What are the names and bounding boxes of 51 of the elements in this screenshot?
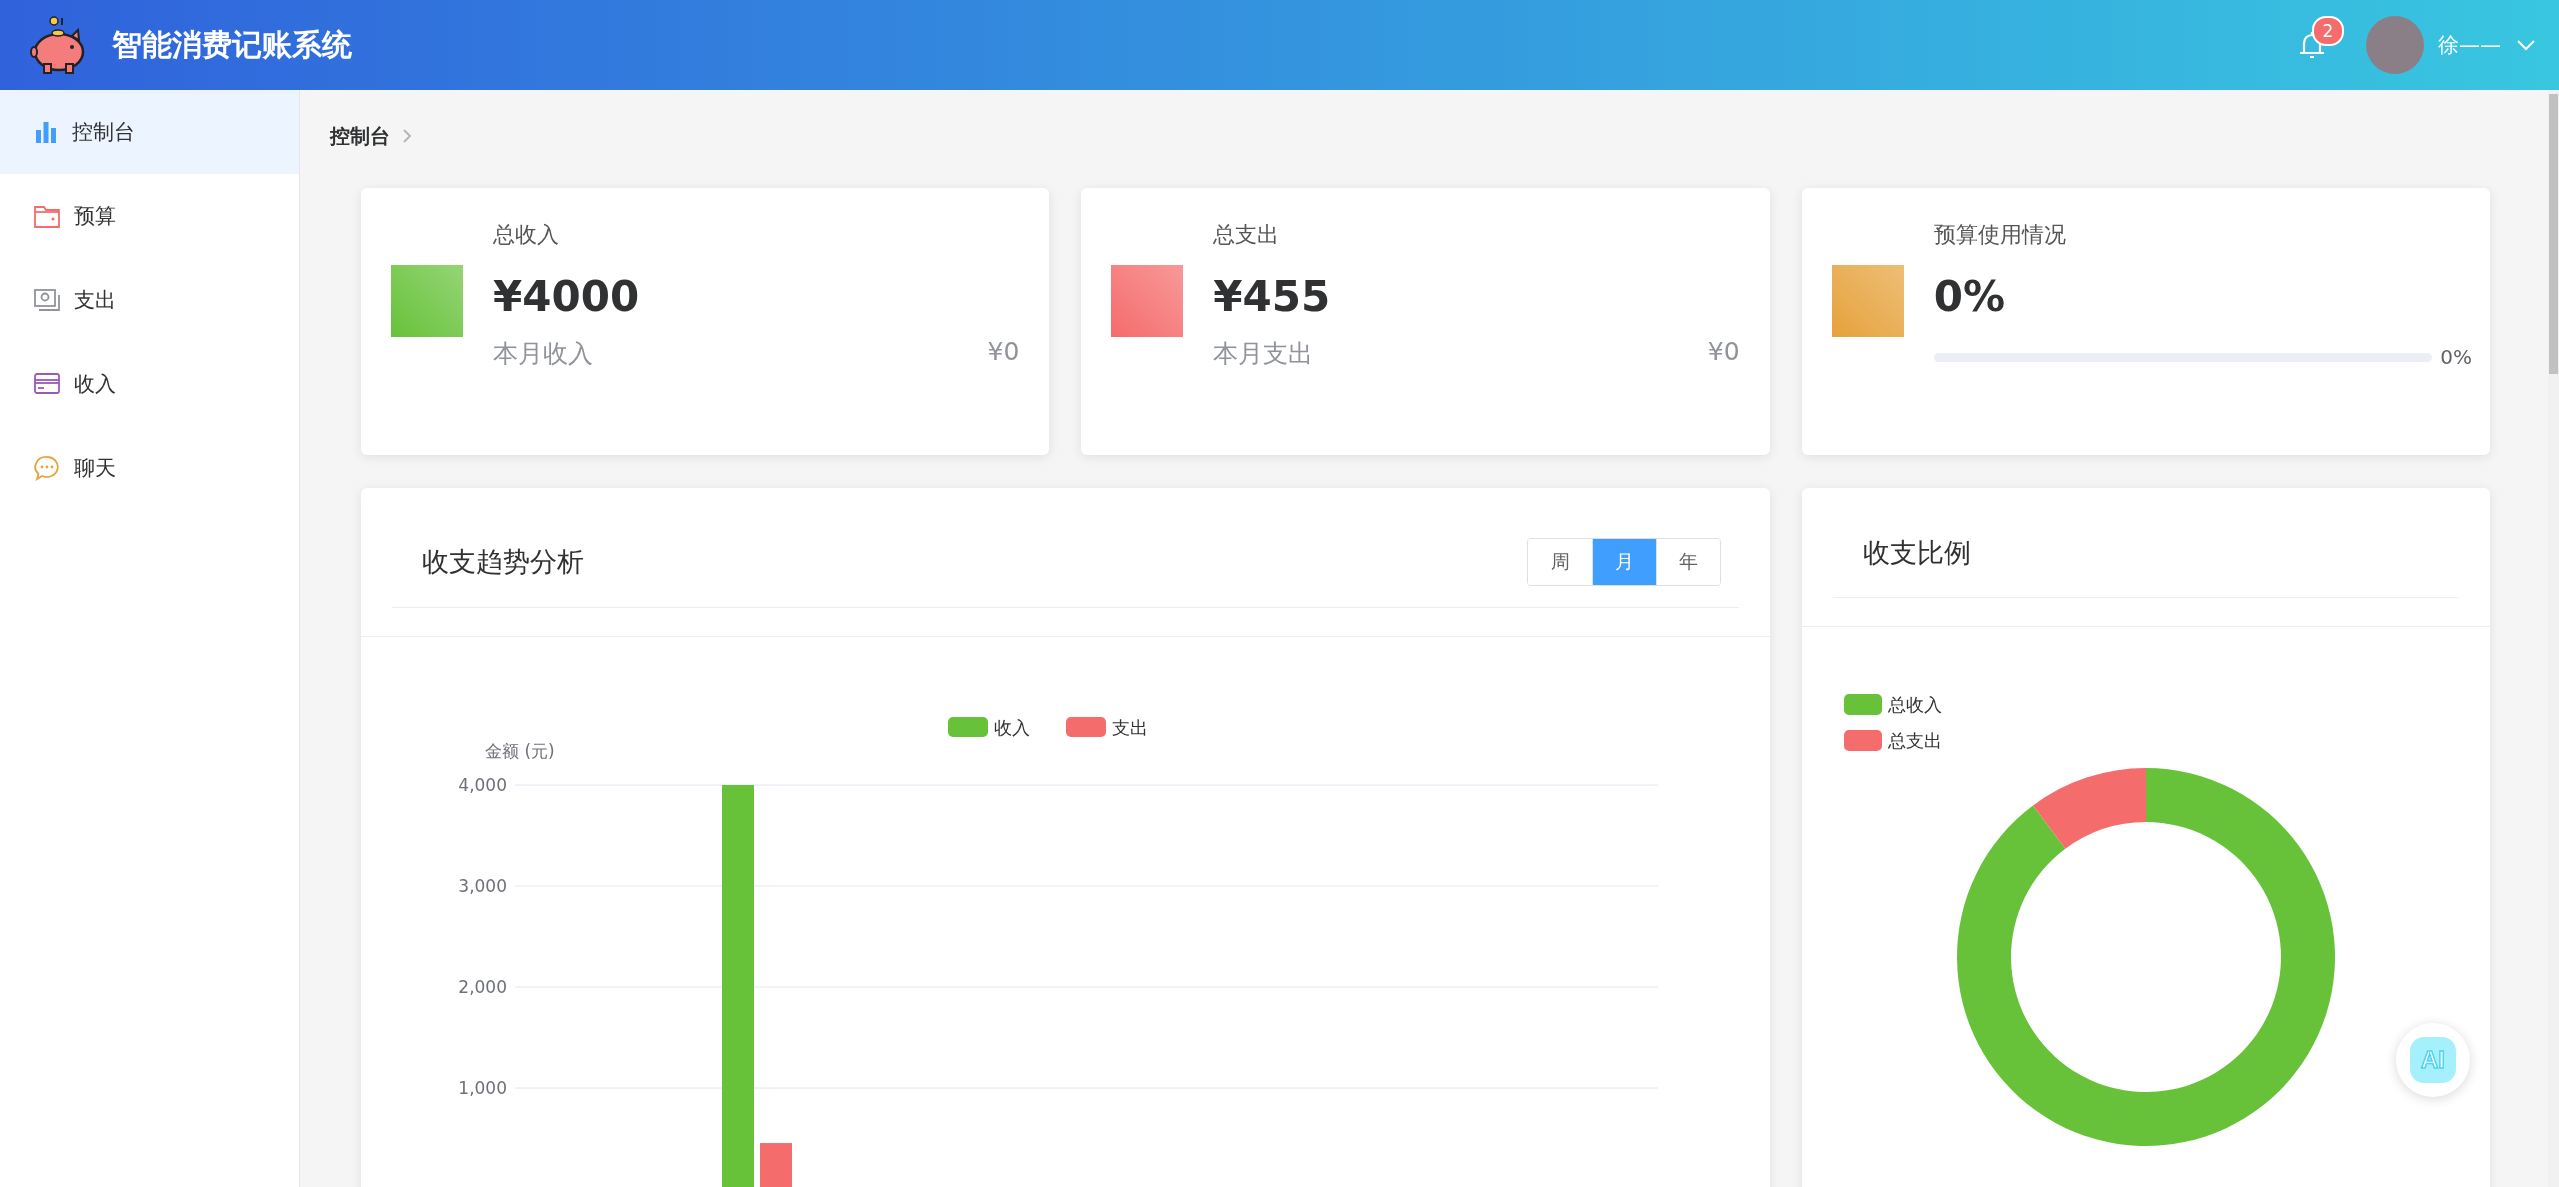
stat-value: 0% — [1933, 272, 2006, 321]
credit-card-icon — [34, 373, 60, 395]
sidebar-item[interactable]: 预算 — [0, 174, 299, 258]
stat-title: 总支出 — [1213, 221, 1281, 249]
bar — [760, 1143, 792, 1187]
stat-value: ¥4000 — [493, 272, 641, 321]
legend-swatch[interactable] — [1844, 730, 1882, 751]
stat-title: 总收入 — [493, 221, 560, 249]
sidebar-label[interactable]: 预算 — [74, 202, 116, 230]
sidebar-item[interactable]: 收入 — [0, 342, 299, 426]
chevron-icon — [402, 128, 412, 144]
notification-badge: 2 — [2312, 16, 2344, 46]
legend-label[interactable]: 总支出 — [1888, 730, 1942, 751]
stat-value: ¥455 — [1213, 272, 1332, 321]
sidebar-label[interactable]: 支出 — [74, 286, 116, 314]
progress-reading: 0% — [2440, 345, 2472, 369]
axis-tick-label: 4,000 — [458, 775, 507, 795]
axis-title: 金额 (元) — [485, 741, 555, 761]
sidebar-item[interactable]: 聊天 — [0, 426, 299, 510]
axis-tick-label: 3,000 — [458, 876, 507, 896]
breadcrumb-item[interactable]: 控制台 — [330, 122, 390, 150]
panel-title: 收支趋势分析 — [422, 544, 585, 579]
chat-icon — [34, 455, 60, 481]
wallet-icon — [34, 204, 60, 228]
period-toggle[interactable]: 年 — [1656, 538, 1720, 585]
cash-icon — [34, 288, 60, 312]
legend-label[interactable]: 支出 — [1112, 717, 1148, 738]
sub-value: ¥0 — [987, 337, 1020, 368]
bar-chart-icon — [34, 120, 58, 144]
panel-title: 收支比例 — [1863, 535, 1972, 570]
legend-swatch[interactable] — [948, 717, 988, 737]
axis-tick-label: 2,000 — [458, 977, 507, 997]
caret-icon[interactable] — [2517, 39, 2535, 51]
app-title: 智能消费记账系统 — [112, 25, 352, 64]
donut-slice[interactable] — [1957, 768, 2335, 1146]
sub-label: 本月收入 — [493, 338, 593, 370]
donut-slice[interactable] — [2033, 768, 2146, 849]
sidebar-item[interactable]: 控制台 — [0, 90, 299, 174]
sidebar-label[interactable]: 控制台 — [72, 118, 135, 146]
legend-label[interactable]: 收入 — [994, 717, 1030, 738]
stat-title: 预算使用情况 — [1933, 221, 2067, 249]
sub-value: ¥0 — [1707, 337, 1740, 368]
legend-swatch[interactable] — [1844, 694, 1882, 715]
sidebar-item[interactable]: 支出 — [0, 258, 299, 342]
scrollbar[interactable] — [2548, 90, 2559, 1187]
axis-tick-label: 1,000 — [458, 1078, 507, 1098]
sidebar-label[interactable]: 聊天 — [74, 454, 116, 482]
sidebar-label[interactable]: 收入 — [74, 370, 116, 398]
legend-label[interactable]: 总收入 — [1888, 694, 1942, 715]
legend-swatch[interactable] — [1066, 717, 1106, 737]
sub-label: 本月支出 — [1213, 338, 1314, 370]
